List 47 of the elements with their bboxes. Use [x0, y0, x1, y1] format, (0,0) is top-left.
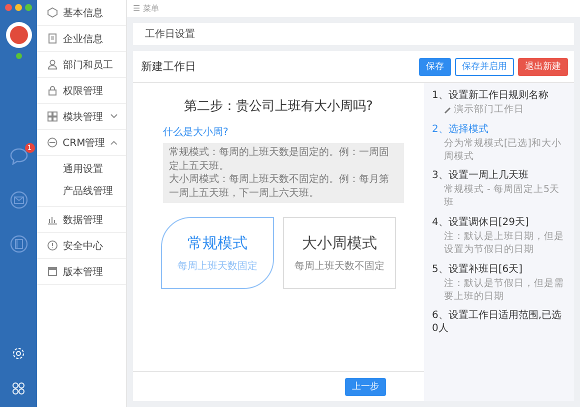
window-icon [47, 266, 58, 277]
sidebar-subitem[interactable]: 产品线管理 [37, 180, 126, 202]
cube-icon [47, 7, 58, 18]
help-box: 常规模式：每周的上班天数是固定的。例：一周固定上五天班。 大小周模式：每周上班天数不固定的。例：每月第一周上五天班，下一周上六天班。 [163, 143, 404, 203]
step-title[interactable]: 4、设置调休日[29天] [432, 216, 566, 230]
info-icon [47, 240, 58, 251]
step-note: 演示部门工作日 [454, 104, 525, 117]
sidebar-item[interactable]: 部门和员工 [37, 52, 126, 78]
step-note: 注：默认是节假日，但是需要上班的日期 [444, 278, 565, 304]
sidebar-subitem[interactable]: 通用设置 [37, 158, 126, 180]
mail-icon[interactable] [10, 191, 28, 209]
settings-icon[interactable] [12, 347, 25, 360]
chevron-up-icon[interactable] [110, 140, 118, 145]
sidebar-item[interactable]: 数据管理 [37, 207, 126, 233]
grid-icon [47, 111, 58, 122]
mode-option[interactable]: 大小周模式 每周上班天数不固定 [283, 217, 396, 289]
book-icon[interactable] [10, 235, 28, 253]
sidebar-item[interactable]: CRM管理 [37, 130, 126, 156]
save-and-enable-button[interactable]: 保存并启用 [455, 58, 514, 76]
exit-button[interactable]: 退出新建 [518, 58, 568, 76]
step-question: 第二步：贵公司上班有大小周吗? [184, 98, 373, 115]
person-icon [47, 59, 58, 70]
step-note: 常规模式 - 每周固定上5天班 [444, 184, 561, 210]
bar-chart-icon [47, 214, 58, 225]
sidebar-item[interactable]: 模块管理 [37, 104, 126, 130]
sidebar-item[interactable]: 权限管理 [37, 78, 126, 104]
sidebar-item[interactable]: 安全中心 [37, 233, 126, 259]
document-icon [47, 33, 58, 44]
step-title[interactable]: 3、设置一周上几天班 [432, 169, 566, 182]
step-note: 分为常规模式[已选]和大小周模式 [444, 138, 562, 164]
sidebar-item[interactable]: 企业信息 [37, 26, 126, 52]
panel-title: 新建工作日 [141, 59, 197, 74]
sidebar-item[interactable]: 版本管理 [37, 259, 126, 285]
circle-icon [47, 137, 58, 148]
lock-icon [47, 85, 58, 96]
chevron-down-icon[interactable] [110, 114, 118, 119]
help-link[interactable]: 什么是大小周? [163, 125, 228, 139]
apps-icon[interactable] [12, 382, 25, 395]
step-title[interactable]: 5、设置补班日[6天] [432, 262, 566, 276]
page-title: 工作日设置 [145, 28, 195, 41]
step-title[interactable]: 1、设置新工作日规则名称 [432, 89, 566, 102]
avatar[interactable] [6, 22, 32, 48]
step-note: 注：默认是上班日期，但是设置为节假日的日期 [444, 231, 565, 257]
chat-icon[interactable] [8, 147, 28, 165]
sidebar-item[interactable]: 基本信息 [37, 0, 126, 26]
pencil-icon[interactable] [444, 106, 451, 114]
step-title[interactable]: 6、设置工作日适用范围,已选0人 [432, 309, 566, 336]
